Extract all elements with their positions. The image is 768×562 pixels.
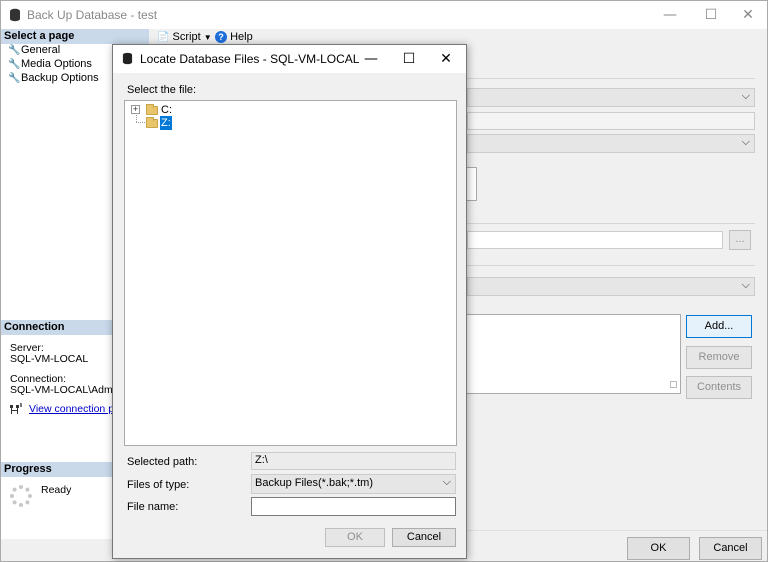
page-item-media-options[interactable]: 🔧Media Options [8,58,92,70]
tree-node-z-drive[interactable]: Z: [131,116,191,130]
divider [467,265,755,266]
chevron-down-icon: ⌵ [741,90,750,102]
cancel-button[interactable]: Cancel [699,537,762,560]
backup-component-box [467,167,477,201]
dialog-cancel-button[interactable]: Cancel [392,528,456,547]
back-up-to-combo[interactable]: ⌵ [467,277,755,296]
recovery-model-field [467,112,755,130]
select-file-label: Select the file: [127,84,197,96]
dialog-title-bar[interactable]: Locate Database Files - SQL-VM-LOCAL — ☐… [113,45,466,73]
wrench-icon: 🔧 [8,59,21,70]
dialog-ok-button[interactable]: OK [325,528,385,547]
wrench-icon: 🔧 [8,73,21,84]
minimize-button[interactable]: — [648,1,692,29]
script-button[interactable]: 📄 Script ▼ [157,31,212,43]
connection-properties-icon [10,403,22,415]
select-page-header: Select a page [1,29,149,44]
divider [467,223,755,224]
help-label: Help [230,31,253,43]
file-tree[interactable]: + C: Z: [124,100,457,446]
add-button[interactable]: Add... [686,315,752,338]
locate-database-files-dialog: Locate Database Files - SQL-VM-LOCAL — ☐… [112,44,467,559]
script-label: Script [172,31,201,43]
help-icon: ? [215,31,227,43]
folder-icon [146,104,158,115]
main-window-title: Back Up Database - test [27,8,158,22]
tree-node-label: Z: [160,116,172,130]
server-value: SQL-VM-LOCAL [10,353,89,365]
divider [467,78,755,79]
folder-icon [146,117,158,128]
wrench-icon: 🔧 [8,45,21,56]
file-name-input[interactable] [251,497,456,516]
files-of-type-value: Backup Files(*.bak;*.tm) [255,477,373,489]
progress-status: Ready [41,484,72,496]
selected-path-label: Selected path: [127,456,198,468]
dialog-close-button[interactable]: ✕ [424,45,468,73]
progress-spinner-icon [10,485,32,507]
tree-node-label: C: [161,104,172,116]
file-name-label: File name: [127,501,179,513]
chevron-down-icon: ⌵ [741,136,750,148]
database-icon [10,8,20,22]
selected-path-field: Z:\ [251,452,456,470]
chevron-down-icon: ⌵ [442,476,451,488]
page-item-backup-options[interactable]: 🔧Backup Options [8,72,99,84]
backup-set-name-field[interactable] [467,231,723,249]
files-of-type-select[interactable]: Backup Files(*.bak;*.tm) ⌵ [251,474,456,494]
ok-button[interactable]: OK [627,537,690,560]
backup-type-combo[interactable]: ⌵ [467,134,755,153]
browse-button[interactable]: ... [729,230,751,250]
chevron-down-icon: ▼ [203,33,212,42]
page-item-label: Media Options [21,58,92,70]
help-button[interactable]: ? Help [215,31,253,43]
main-title-bar[interactable]: Back Up Database - test — ☐ ✕ [1,1,767,29]
page-item-label: Backup Options [21,72,99,84]
files-of-type-label: Files of type: [127,479,190,491]
close-button[interactable]: ✕ [726,1,768,29]
tree-node-c-drive[interactable]: + C: [131,103,191,117]
contents-button[interactable]: Contents [686,376,752,399]
page-item-general[interactable]: 🔧General [8,44,60,56]
database-combo[interactable]: ⌵ [467,88,755,107]
remove-button[interactable]: Remove [686,346,752,369]
page-item-label: General [21,44,61,56]
chevron-down-icon: ⌵ [741,279,750,291]
expand-icon[interactable]: + [131,105,140,114]
destination-list[interactable] [467,314,681,394]
dialog-title: Locate Database Files - SQL-VM-LOCAL [140,52,360,66]
resize-grip-icon [670,381,677,388]
script-icon: 📄 [157,32,170,43]
database-icon [122,52,133,65]
